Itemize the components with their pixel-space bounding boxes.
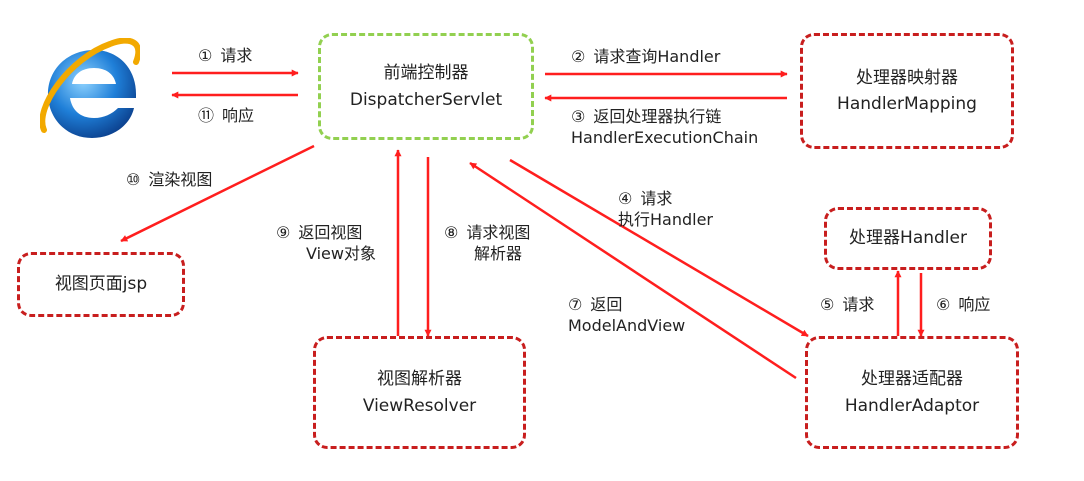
step-7-text-2: ModelAndView — [568, 316, 686, 335]
handler-mapping-node: 处理器映射器 HandlerMapping — [800, 33, 1014, 149]
step-3-text: 返回处理器执行链 — [593, 107, 722, 126]
step-10-number: ⑩ — [126, 170, 141, 189]
step-11-text: 响应 — [222, 106, 255, 125]
step-9-number: ⑨ — [276, 223, 291, 242]
step-8-label: ⑧ 请求视图 解析器 — [444, 222, 530, 264]
step-5-text: 请求 — [842, 295, 875, 314]
handler-adaptor-name-cn: 处理器适配器 — [861, 369, 963, 390]
dispatcher-name-cn: 前端控制器 — [383, 63, 469, 84]
step-4-text: 请求 — [640, 189, 673, 208]
view-resolver-name-en: ViewResolver — [362, 395, 477, 416]
step-7-text: 返回 — [590, 295, 623, 314]
internet-explorer-icon — [40, 38, 140, 138]
step-9-text: 返回视图 — [298, 223, 363, 242]
step-8-text: 请求视图 — [466, 223, 531, 242]
step-4-number: ④ — [618, 189, 633, 208]
step-1-text: 请求 — [220, 46, 253, 65]
handler-mapping-name-en: HandlerMapping — [837, 94, 977, 114]
step-10-text: 渲染视图 — [148, 170, 213, 189]
handler-name: 处理器Handler — [849, 228, 967, 249]
step-6-label: ⑥ 响应 — [936, 294, 990, 315]
handler-mapping-name-cn: 处理器映射器 — [856, 67, 958, 88]
step-7-number: ⑦ — [568, 295, 583, 314]
step-3-label: ③ 返回处理器执行链 HandlerExecutionChain — [571, 106, 758, 148]
step-7-label: ⑦ 返回 ModelAndView — [568, 294, 685, 336]
step-2-number: ② — [571, 47, 586, 66]
view-resolver-name-cn: 视图解析器 — [377, 369, 462, 390]
step-3-text-2: HandlerExecutionChain — [571, 128, 759, 147]
handler-node: 处理器Handler — [824, 207, 992, 270]
step-3-number: ③ — [571, 107, 586, 126]
view-page-name: 视图页面jsp — [54, 274, 148, 295]
dispatcher-name-en: DispatcherServlet — [349, 89, 503, 110]
view-page-node: 视图页面jsp — [17, 252, 185, 317]
step-11-label: ⑪ 响应 — [198, 105, 254, 126]
step-11-number: ⑪ — [198, 106, 215, 125]
step-6-number: ⑥ — [936, 295, 951, 314]
step-10-label: ⑩ 渲染视图 — [126, 169, 212, 190]
step-1-label: ① 请求 — [198, 45, 252, 66]
dispatcher-servlet-node: 前端控制器 DispatcherServlet — [318, 33, 534, 140]
step-1-number: ① — [198, 46, 213, 65]
handler-adaptor-node: 处理器适配器 HandlerAdaptor — [805, 336, 1019, 449]
step-8-text-2: 解析器 — [474, 244, 523, 263]
step-6-text: 响应 — [958, 295, 991, 314]
view-resolver-node: 视图解析器 ViewResolver — [313, 336, 526, 449]
step-4-label: ④ 请求 执行Handler — [618, 188, 713, 230]
step-2-label: ② 请求查询Handler — [571, 46, 720, 67]
step-9-label: ⑨ 返回视图 View对象 — [276, 222, 376, 264]
step-2-text: 请求查询Handler — [593, 47, 721, 66]
step-9-text-2: View对象 — [306, 244, 376, 263]
step-8-number: ⑧ — [444, 223, 459, 242]
step-5-label: ⑤ 请求 — [820, 294, 874, 315]
step-5-number: ⑤ — [820, 295, 835, 314]
handler-adaptor-name-en: HandlerAdaptor — [844, 395, 980, 416]
step-4-text-2: 执行Handler — [618, 210, 714, 229]
